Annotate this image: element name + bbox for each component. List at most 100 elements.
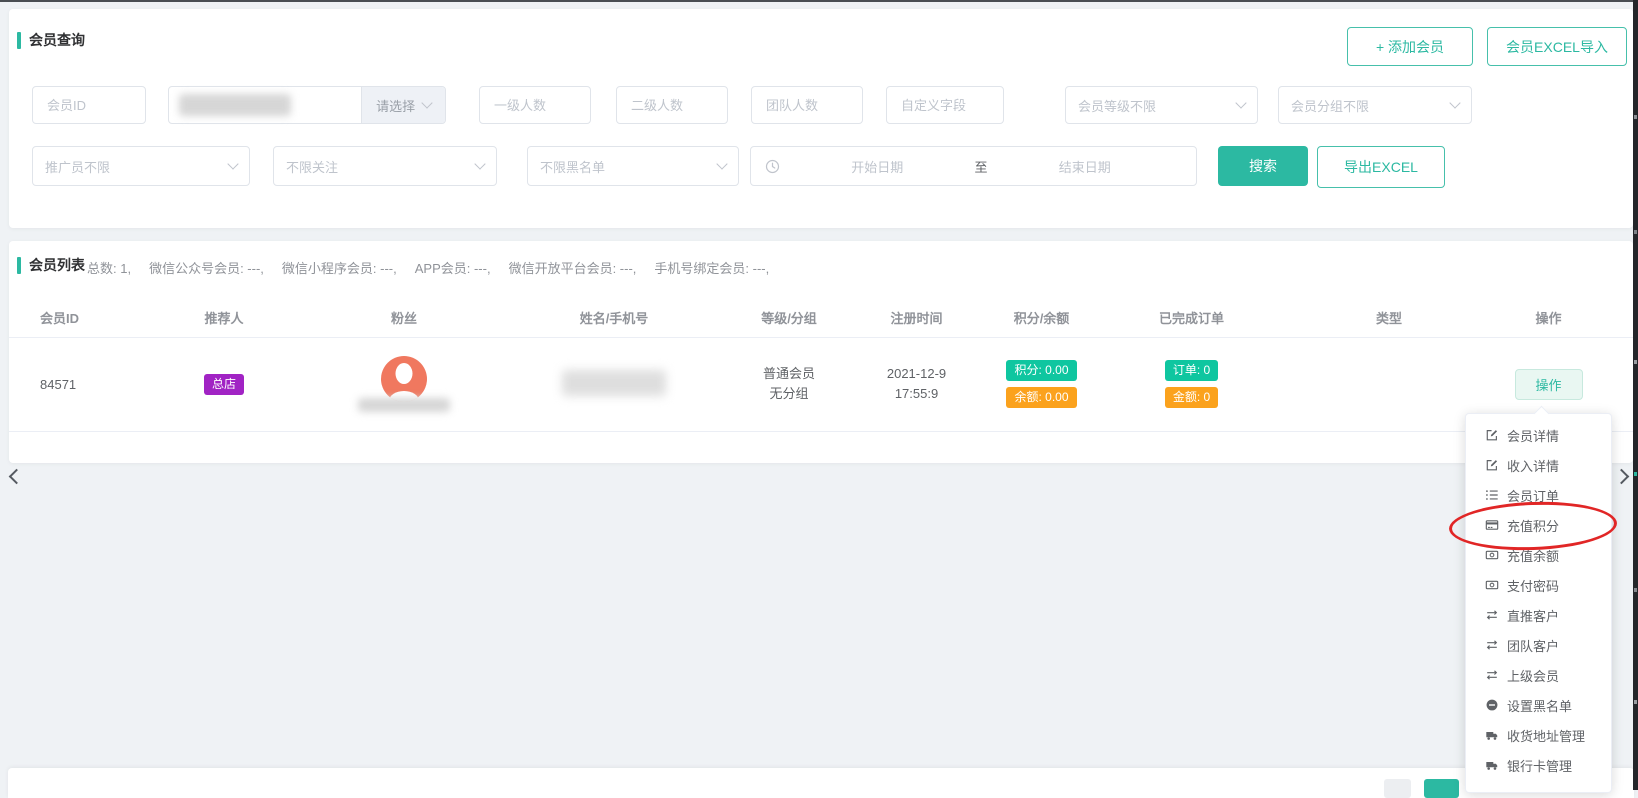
col-type: 类型: [1274, 308, 1504, 327]
chevron-down-icon: [227, 158, 238, 169]
export-excel-button[interactable]: 导出EXCEL: [1317, 146, 1445, 188]
member-list-card: 会员列表 总数: 1, 微信公众号会员: ---, 微信小程序会员: ---, …: [9, 241, 1633, 463]
date-range-picker[interactable]: 开始日期 至 结束日期: [750, 146, 1197, 186]
clock-icon: [765, 159, 780, 174]
menu-item-team-customers[interactable]: 团队客户: [1466, 630, 1611, 660]
row-action-menu: 会员详情 收入详情 会员订单 充值积分 充值余额 支付密码 直推客户 团队客户 …: [1465, 413, 1612, 793]
bottom-bar-partial-button-gray[interactable]: [1384, 779, 1411, 798]
team-count-input-wrap: [751, 86, 863, 124]
col-level-group: 等级/分组: [719, 308, 859, 327]
divider: [9, 431, 1633, 432]
menu-item-recharge-balance[interactable]: 充值余额: [1466, 540, 1611, 570]
points-balance-cell: 积分: 0.00 余额: 0.00: [974, 360, 1109, 408]
list-card-title: 会员列表: [29, 257, 85, 274]
menu-item-upline-member[interactable]: 上级会员: [1466, 660, 1611, 690]
custom-field-input[interactable]: [899, 97, 991, 114]
section-marker: [17, 257, 21, 274]
balance-badge: 余额: 0.00: [1006, 387, 1076, 408]
chevron-down-icon: [716, 158, 727, 169]
keyword-type-select[interactable]: 请选择: [361, 87, 445, 123]
table-header-row: 会员ID 推荐人 粉丝 姓名/手机号 等级/分组 注册时间 积分/余额 已完成订…: [9, 297, 1633, 337]
menu-item-set-blacklist[interactable]: 设置黑名单: [1466, 690, 1611, 720]
screen-edge-artifact: [1633, 0, 1638, 790]
blacklist-filter-select[interactable]: 不限黑名单: [527, 146, 739, 186]
member-group-select[interactable]: 会员分组不限: [1278, 86, 1472, 124]
stat-app: APP会员: ---,: [415, 258, 491, 277]
member-id-input-wrap: [32, 86, 146, 124]
table-row: 84571 总店 普通会员 无分组 2021-12-9 17:55:9: [9, 337, 1633, 431]
redacted-keyword-blur: [179, 94, 291, 116]
menu-item-member-orders[interactable]: 会员订单: [1466, 480, 1611, 510]
chevron-down-icon: [421, 97, 432, 108]
search-button[interactable]: 搜索: [1218, 146, 1308, 186]
col-completed-orders: 已完成订单: [1109, 308, 1274, 327]
chevron-down-icon: [1235, 97, 1246, 108]
date-separator: 至: [975, 157, 988, 176]
truck-icon: [1485, 728, 1499, 742]
keyword-input-group: 请选择: [168, 86, 446, 124]
section-marker: [17, 32, 21, 49]
window-top-edge: [0, 0, 1638, 2]
member-id-input[interactable]: [45, 97, 133, 114]
action-cell: 操作: [1504, 369, 1633, 400]
menu-item-income-detail[interactable]: 收入详情: [1466, 450, 1611, 480]
row-action-button[interactable]: 操作: [1515, 369, 1583, 400]
scroll-right-chevron-icon[interactable]: [1614, 469, 1630, 485]
member-excel-import-button[interactable]: 会员EXCEL导入: [1487, 27, 1627, 66]
bottom-bar-partial-button-teal[interactable]: [1424, 779, 1459, 798]
col-name-phone: 姓名/手机号: [509, 308, 719, 327]
register-hour: 17:55:9: [859, 384, 974, 404]
col-referrer: 推荐人: [149, 308, 299, 327]
member-id-cell: 84571: [9, 377, 149, 392]
name-phone-cell: [509, 370, 719, 399]
menu-item-payment-password[interactable]: 支付密码: [1466, 570, 1611, 600]
custom-field-input-wrap: [886, 86, 1004, 124]
col-register-time: 注册时间: [859, 308, 974, 327]
redacted-fans-name-blur: [358, 398, 450, 412]
stat-phone-bound: 手机号绑定会员: ---,: [654, 258, 769, 277]
block-icon: [1485, 698, 1499, 712]
menu-item-recharge-points[interactable]: 充值积分: [1466, 510, 1611, 540]
level1-count-input[interactable]: [492, 97, 578, 114]
stat-wechat-mini: 微信小程序会员: ---,: [282, 258, 397, 277]
menu-item-shipping-address[interactable]: 收货地址管理: [1466, 720, 1611, 750]
col-member-id: 会员ID: [9, 308, 149, 327]
scroll-left-chevron-icon[interactable]: [9, 469, 25, 485]
keyword-input[interactable]: [169, 87, 361, 123]
menu-item-direct-customers[interactable]: 直推客户: [1466, 600, 1611, 630]
edit-icon: [1485, 458, 1499, 472]
member-query-card: 会员查询 + 添加会员 会员EXCEL导入 请选择 会员等级不限 会员分组不限 …: [9, 9, 1633, 228]
menu-item-member-detail[interactable]: 会员详情: [1466, 420, 1611, 450]
team-count-input[interactable]: [764, 97, 850, 114]
col-fans: 粉丝: [299, 308, 509, 327]
col-points-balance: 积分/余额: [974, 308, 1109, 327]
menu-item-bank-cards[interactable]: 银行卡管理: [1466, 750, 1611, 780]
promoter-select[interactable]: 推广员不限: [32, 146, 250, 186]
amount-badge: 金额: 0: [1165, 387, 1218, 408]
member-admin-page: { "colors":{"accent":"#2cb9a2","badge_gr…: [0, 0, 1638, 790]
member-level-select[interactable]: 会员等级不限: [1065, 86, 1258, 124]
add-member-button[interactable]: + 添加会员: [1347, 27, 1473, 66]
completed-orders-cell: 订单: 0 金额: 0: [1109, 360, 1274, 408]
member-group-value: 无分组: [719, 384, 859, 404]
date-start-placeholder: 开始日期: [780, 157, 975, 176]
stat-wechat-open: 微信开放平台会员: ---,: [509, 258, 637, 277]
level2-count-input[interactable]: [629, 97, 715, 114]
stat-wechat-official: 微信公众号会员: ---,: [149, 258, 264, 277]
member-level-value: 普通会员: [719, 364, 859, 384]
register-time-cell: 2021-12-9 17:55:9: [859, 364, 974, 404]
avatar[interactable]: [381, 356, 427, 402]
col-action: 操作: [1504, 308, 1633, 327]
swap-arrows-icon: [1485, 608, 1499, 622]
query-card-title: 会员查询: [29, 32, 85, 49]
register-date: 2021-12-9: [859, 364, 974, 384]
date-end-placeholder: 结束日期: [988, 157, 1183, 176]
referrer-cell: 总店: [149, 374, 299, 395]
level2-count-input-wrap: [616, 86, 728, 124]
follow-filter-select[interactable]: 不限关注: [273, 146, 497, 186]
banknote-icon: [1485, 578, 1499, 592]
redacted-name-blur: [562, 370, 666, 396]
chevron-down-icon: [474, 158, 485, 169]
banknote-icon: [1485, 548, 1499, 562]
orders-badge: 订单: 0: [1165, 360, 1218, 381]
